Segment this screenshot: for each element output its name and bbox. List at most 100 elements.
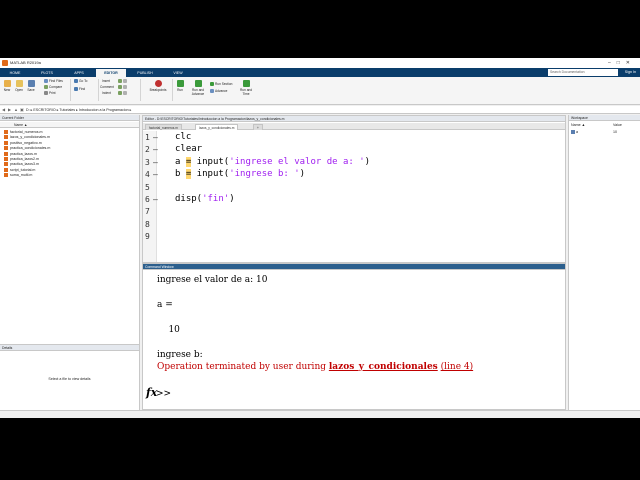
goto-icon: [74, 79, 78, 84]
line-number: 7: [145, 207, 150, 217]
goto-button[interactable]: Go To: [74, 79, 87, 84]
indent-button[interactable]: Indent: [102, 91, 111, 96]
m-file-icon: [4, 130, 8, 135]
file-item[interactable]: practica_lazos2.m: [4, 157, 39, 162]
code-text: clc: [175, 132, 192, 142]
code-text: clear: [175, 144, 203, 155]
line-number: 1: [145, 133, 150, 142]
workspace-value-header[interactable]: Value: [613, 123, 622, 127]
workspace-var-name[interactable]: a: [571, 130, 578, 135]
tab-home[interactable]: HOME: [2, 69, 28, 77]
workspace-panel: Workspace Name ▲ Value a 10: [568, 115, 640, 410]
workspace-name-header[interactable]: Name ▲: [571, 123, 585, 127]
run-icon: [176, 80, 184, 87]
command-window-panel[interactable]: Command Window ingrese el valor de a: 10…: [142, 263, 566, 410]
details-title: Details: [0, 345, 139, 351]
compare-button[interactable]: Compare: [44, 85, 62, 90]
edit-tools-2[interactable]: [118, 85, 128, 90]
code-function: disp(: [175, 194, 203, 204]
code-line: clear: [175, 144, 202, 154]
tab-plots[interactable]: PLOTS: [30, 69, 64, 77]
breakpoint-marker[interactable]: —: [153, 195, 158, 204]
line-number: 2: [145, 145, 150, 155]
back-icon[interactable]: ◀: [2, 106, 5, 114]
fx-icon: [118, 79, 122, 84]
save-button[interactable]: Save: [26, 80, 36, 92]
breakpoint-marker[interactable]: —: [153, 158, 158, 167]
forward-icon[interactable]: ▶: [8, 106, 11, 114]
tab-editor[interactable]: EDITOR: [96, 69, 126, 77]
breadcrumb[interactable]: D: ▸ ESCRITORIO ▸ Tutoriales ▸ Introducc…: [26, 106, 131, 114]
search-input[interactable]: Search Documentation: [548, 69, 618, 76]
advance-icon: [210, 89, 214, 94]
editor-tabs: factorial_numeros.m lazos_y_condicionale…: [143, 123, 565, 130]
outdent-icon: [123, 91, 127, 96]
tab-view[interactable]: VIEW: [164, 69, 192, 77]
m-file-icon: [4, 140, 8, 145]
breakpoint-marker[interactable]: —: [153, 145, 158, 154]
editor-tab-lazos[interactable]: lazos_y_condicionales.m: [195, 124, 239, 130]
editor-tab-factorial[interactable]: factorial_numeros.m: [145, 124, 182, 130]
run-section-button[interactable]: Run Section: [210, 82, 232, 87]
sign-in-link[interactable]: Sign In: [625, 68, 636, 77]
find-files-button[interactable]: Find Files: [44, 79, 63, 84]
matlab-logo-icon: [2, 60, 8, 66]
error-function-link[interactable]: lazos_y_condicionales: [329, 362, 438, 372]
file-item[interactable]: factorial_numeros.m: [4, 130, 43, 135]
find-button[interactable]: Find: [74, 87, 85, 92]
new-tab-button[interactable]: +: [253, 124, 263, 130]
code-line: b = input('ingrese b: '): [175, 169, 306, 180]
title-bar: MATLAB R2019a –□✕: [0, 58, 640, 68]
tab-apps[interactable]: APPS: [64, 69, 94, 77]
window-controls[interactable]: –□✕: [608, 58, 636, 68]
file-item[interactable]: lazos_y_condicionales.m: [4, 135, 50, 140]
breakpoint-marker[interactable]: —: [153, 133, 158, 142]
error-line-link[interactable]: (line 4): [441, 362, 474, 372]
ribbon-separator: [70, 79, 71, 101]
file-item[interactable]: practica_lazos3.m: [4, 162, 39, 167]
toolstrip-tabs: HOME PLOTS APPS EDITOR PUBLISH VIEW Sear…: [0, 68, 640, 77]
breakpoints-button[interactable]: Breakpoints: [146, 80, 170, 92]
edit-tools[interactable]: [118, 79, 128, 84]
code-paren: ): [299, 169, 306, 180]
address-bar: ◀ ▶ ▲ ▣ D: ▸ ESCRITORIO ▸ Tutoriales ▸ I…: [0, 106, 640, 114]
compare-icon: [44, 85, 48, 90]
current-folder-title: Current Folder: [0, 115, 139, 121]
new-file-icon: [3, 80, 11, 87]
file-item[interactable]: practica_lazos.m: [4, 152, 37, 157]
m-file-icon: [4, 135, 8, 140]
code-string: 'ingrese b: ': [229, 169, 300, 180]
tab-publish[interactable]: PUBLISH: [128, 69, 162, 77]
print-button[interactable]: Print: [44, 91, 56, 96]
new-button[interactable]: New: [2, 80, 12, 92]
file-item[interactable]: positivo_negativo.m: [4, 141, 42, 146]
command-prompt[interactable]: >>: [156, 389, 171, 399]
find-icon: [74, 87, 78, 92]
up-folder-icon[interactable]: ▲: [14, 106, 18, 114]
command-output-line: ingrese el valor de a: 10: [157, 275, 268, 285]
uncomment-icon: [123, 85, 127, 90]
open-button[interactable]: Open: [14, 80, 24, 92]
file-item[interactable]: practica_condicionales.m: [4, 146, 50, 151]
indent-icon: [118, 91, 122, 96]
code-paren: ): [364, 156, 371, 167]
name-column-header[interactable]: Name ▲: [0, 122, 139, 128]
run-time-button[interactable]: Run and Time: [238, 80, 254, 96]
advance-button[interactable]: Advance: [210, 89, 227, 94]
workspace-title: Workspace: [569, 115, 640, 121]
run-button[interactable]: Run: [174, 80, 186, 92]
code-variable: a: [175, 156, 181, 167]
ribbon-separator: [172, 79, 173, 101]
insert-button[interactable]: Insert: [102, 79, 110, 84]
browse-folder-icon[interactable]: ▣: [20, 106, 24, 114]
run-advance-button[interactable]: Run and Advance: [188, 80, 208, 96]
command-output-line: a =: [157, 300, 173, 310]
breakpoint-marker[interactable]: —: [153, 170, 158, 179]
edit-tools-3[interactable]: [118, 91, 128, 96]
run-advance-icon: [194, 80, 202, 87]
command-window-title: Command Window: [143, 264, 565, 270]
comment-button[interactable]: Comment: [100, 85, 114, 90]
file-item[interactable]: suma_multi.m: [4, 173, 32, 178]
error-message: Operation terminated by user during lazo…: [157, 362, 474, 372]
file-item[interactable]: script_tutorial.m: [4, 168, 35, 173]
